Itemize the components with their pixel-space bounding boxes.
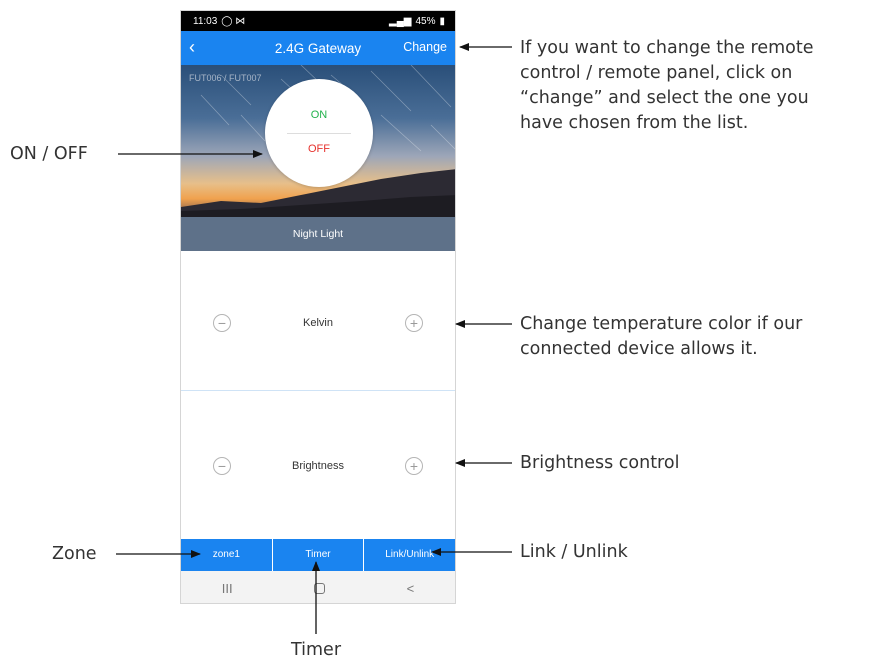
annotation-change-line: have chosen from the list.: [520, 113, 749, 133]
annotation-change: If you want to change the remote control…: [520, 36, 814, 136]
annotation-change-line: “change” and select the one you: [520, 88, 809, 108]
annotation-kelvin-line: Change temperature color if our: [520, 314, 803, 334]
annotation-kelvin-line: connected device allows it.: [520, 339, 758, 359]
annotation-change-line: If you want to change the remote: [520, 38, 814, 58]
annotation-kelvin: Change temperature color if our connecte…: [520, 312, 802, 362]
annotation-timer: Timer: [291, 640, 342, 660]
annotation-link: Link / Unlink: [520, 542, 628, 562]
annotation-onoff: ON / OFF: [10, 144, 88, 164]
annotation-zone: Zone: [52, 544, 97, 564]
annotation-brightness: Brightness control: [520, 453, 680, 473]
annotation-change-line: control / remote panel, click on: [520, 63, 793, 83]
